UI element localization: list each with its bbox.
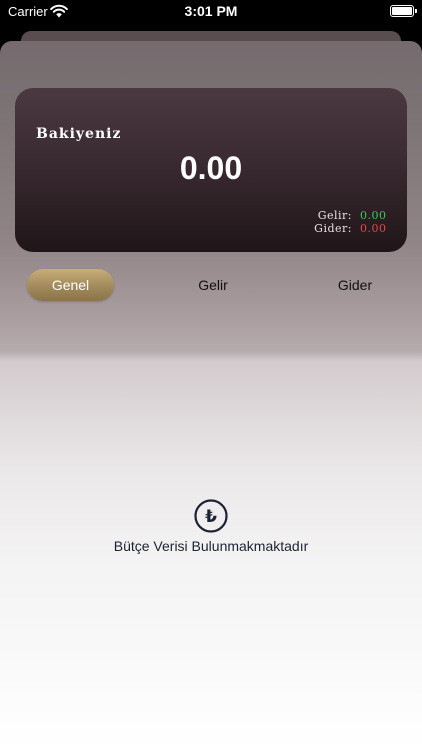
budget-sheet: Bakiyeniz 0.00 Gelir: 0.00 Gider: 0.00 G… xyxy=(0,41,422,750)
income-label: Gelir: xyxy=(317,209,352,222)
lira-glyph: ₺ xyxy=(205,507,217,527)
empty-state-message: Bütçe Verisi Bulunmakmaktadır xyxy=(113,538,309,554)
battery-icon xyxy=(390,5,417,17)
tab-general[interactable]: Genel xyxy=(27,269,114,301)
balance-title: Bakiyeniz xyxy=(36,126,122,142)
expense-value: 0.00 xyxy=(360,222,387,235)
income-summary: Gelir: 0.00 xyxy=(318,209,386,222)
expense-label: Gider: xyxy=(314,222,352,235)
status-time: 3:01 PM xyxy=(184,3,238,19)
lira-icon: ₺ xyxy=(194,499,228,533)
balance-card: Bakiyeniz 0.00 Gelir: 0.00 Gider: 0.00 xyxy=(15,88,407,252)
status-bar: Carrier 3:01 PM xyxy=(0,0,422,24)
balance-amount: 0.00 xyxy=(179,150,243,186)
tab-expense[interactable]: Gider xyxy=(310,269,400,301)
expense-summary: Gider: 0.00 xyxy=(314,222,386,235)
tab-income[interactable]: Gelir xyxy=(168,269,258,301)
income-value: 0.00 xyxy=(360,209,387,222)
